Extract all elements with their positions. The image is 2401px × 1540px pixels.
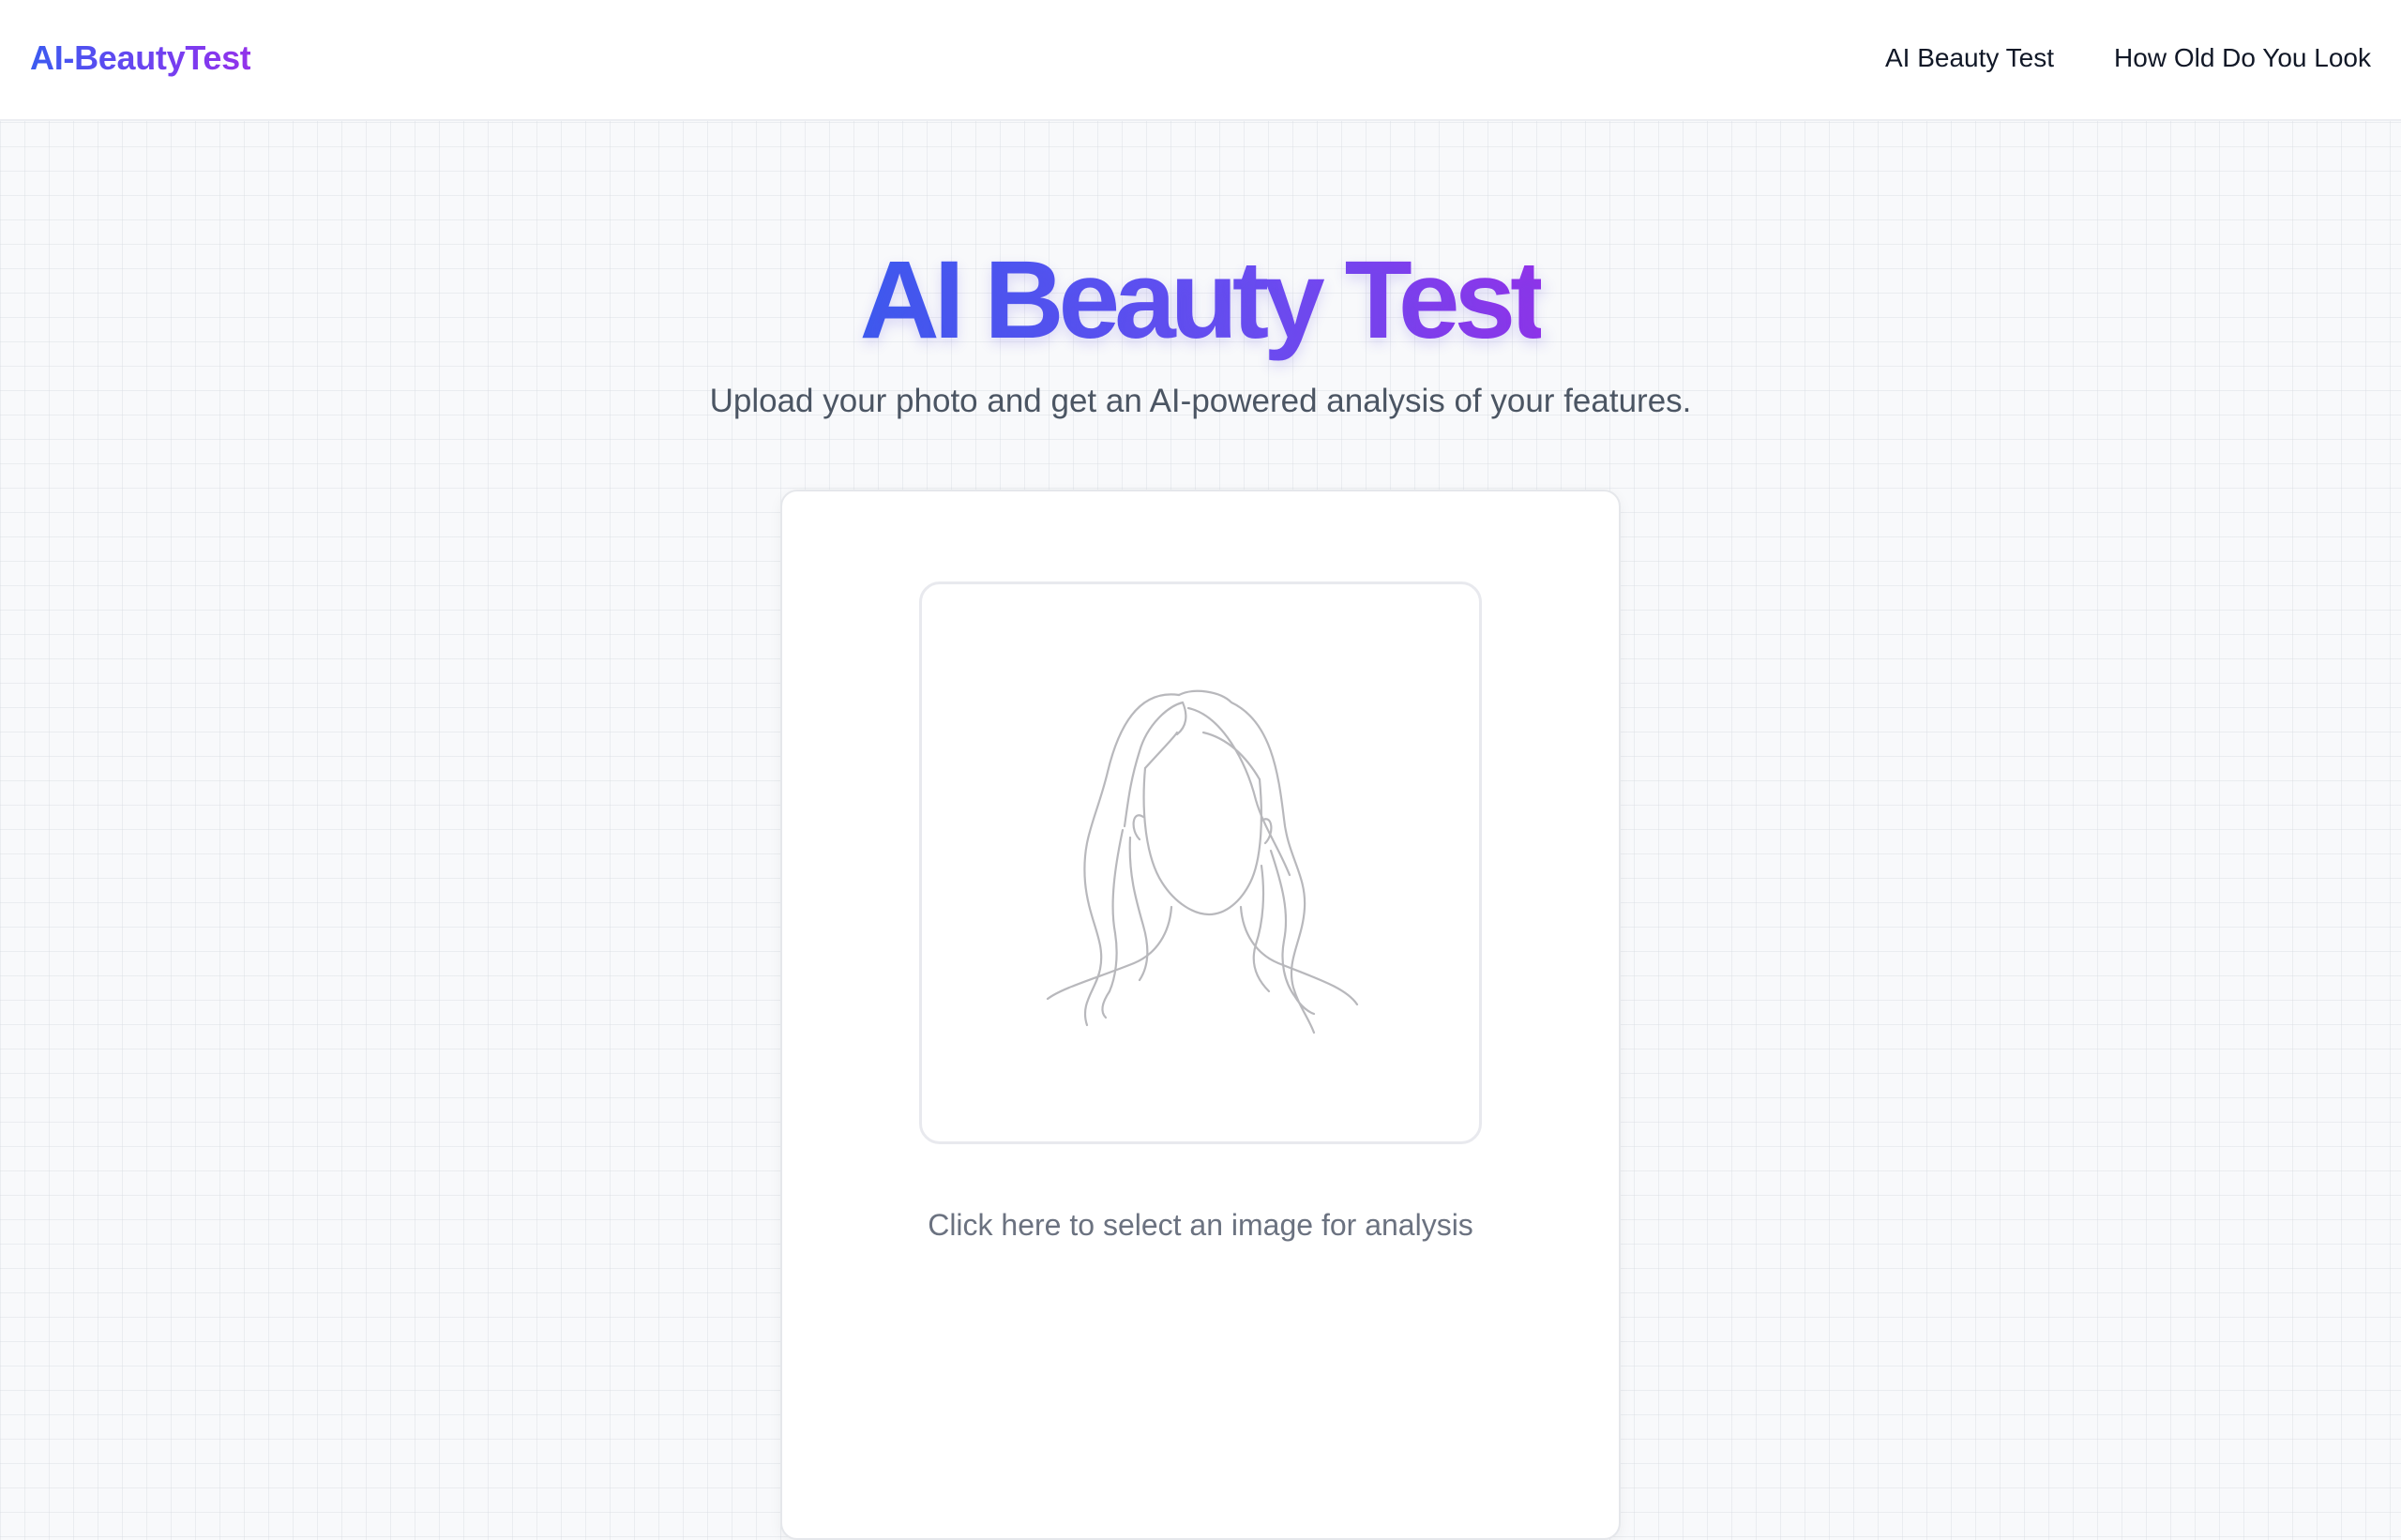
select-image-hint[interactable]: Click here to select an image for analys… [782,1202,1619,1247]
nav-link-how-old-do-you-look[interactable]: How Old Do You Look [2114,38,2371,79]
page-title: AI Beauty Test [0,234,2401,366]
top-navigation-bar: AI-BeautyTest AI Beauty Test How Old Do … [0,0,2401,121]
image-upload-dropzone[interactable] [919,581,1482,1144]
upload-card: Click here to select an image for analys… [780,490,1621,1540]
face-outline-icon [1046,689,1359,1034]
page-subtitle: Upload your photo and get an AI-powered … [709,383,1692,419]
page-title-text: AI Beauty Test [860,234,1548,366]
main-nav: AI Beauty Test How Old Do You Look [1885,38,2371,79]
brand-logo[interactable]: AI-BeautyTest [30,36,251,81]
nav-link-ai-beauty-test[interactable]: AI Beauty Test [1885,38,2054,79]
